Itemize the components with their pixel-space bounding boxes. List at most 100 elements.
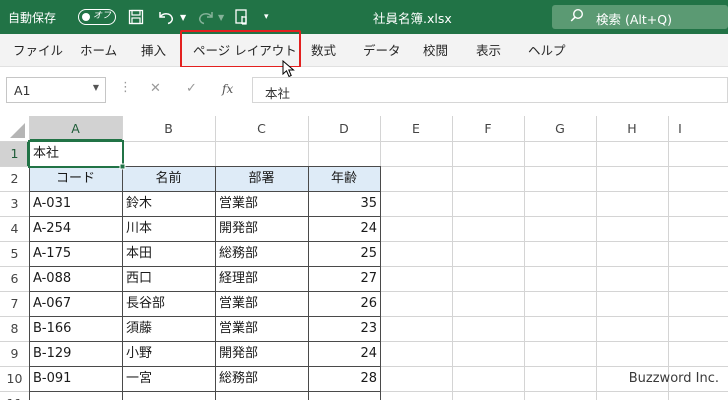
cell-age[interactable]: 26	[308, 292, 377, 316]
column-header-a[interactable]: A	[29, 116, 122, 141]
tab-file[interactable]: ファイル	[13, 34, 63, 67]
tab-insert[interactable]: 挿入	[141, 34, 166, 67]
autosave-state: オフ	[93, 11, 112, 21]
autosave-label: 自動保存	[8, 10, 57, 25]
watermark: Buzzword Inc.	[628, 371, 719, 386]
tab-data[interactable]: データ	[363, 34, 401, 67]
undo-icon	[159, 12, 173, 25]
cell-name[interactable]: 本田	[126, 242, 152, 266]
table-header-name[interactable]: 名前	[122, 167, 215, 191]
insert-function-icon[interactable]: fx	[222, 82, 233, 96]
autosave-toggle[interactable]: オフ	[78, 9, 116, 25]
cell-name[interactable]: 川本	[126, 217, 152, 241]
cell-name[interactable]: 鈴木	[126, 192, 152, 216]
search-label: 検索 (Alt+Q)	[596, 12, 672, 27]
column-header-h[interactable]: H	[596, 116, 668, 141]
cell-code[interactable]: A-031	[33, 192, 71, 216]
column-header-c[interactable]: C	[215, 116, 308, 141]
cell-age[interactable]: 28	[308, 367, 377, 391]
cell-age[interactable]: 25	[308, 242, 377, 266]
cell-code[interactable]: A-254	[33, 217, 71, 241]
row-header-10[interactable]: 10	[0, 366, 29, 391]
cell-a1[interactable]: 本社	[33, 142, 59, 166]
cell-age[interactable]: 24	[308, 217, 377, 241]
formula-input[interactable]: 本社	[252, 77, 728, 103]
row-header-5[interactable]: 5	[0, 241, 29, 266]
search-box[interactable]: 検索 (Alt+Q)	[552, 5, 728, 29]
row-header-7[interactable]: 7	[0, 291, 29, 316]
search-icon	[570, 8, 584, 26]
cell-department[interactable]: 営業部	[219, 317, 258, 341]
cell-department[interactable]: 総務部	[219, 242, 258, 266]
cell-code[interactable]: A-067	[33, 292, 71, 316]
document-title: 社員名簿.xlsx	[373, 10, 452, 26]
save-icon	[128, 9, 144, 25]
save-button[interactable]	[128, 0, 144, 34]
touch-mode-icon	[235, 9, 247, 25]
name-box-value: A1	[14, 83, 31, 98]
cell-department[interactable]: 開発部	[219, 342, 258, 366]
touch-mode-button[interactable]	[234, 0, 252, 34]
enter-icon[interactable]: ✓	[186, 81, 197, 96]
mouse-cursor-icon	[282, 60, 295, 78]
cell-code[interactable]: A-175	[33, 242, 71, 266]
tab-view[interactable]: 表示	[476, 34, 501, 67]
ribbon-tab-bar: ファイル ホーム 挿入 ページ レイアウト 数式 データ 校閲 表示 ヘルプ	[0, 34, 728, 67]
cell-name[interactable]: 一宮	[126, 367, 152, 391]
tab-review[interactable]: 校閲	[423, 34, 448, 67]
cell-department[interactable]: 営業部	[219, 292, 258, 316]
cell-code[interactable]: B-166	[33, 317, 71, 341]
cell-name[interactable]: 西口	[126, 267, 152, 291]
redo-dropdown-chevron-down-icon[interactable]: ▼	[218, 0, 224, 34]
column-header-g[interactable]: G	[524, 116, 596, 141]
name-box[interactable]: A1 ▼	[6, 77, 106, 103]
cell-department[interactable]: 開発部	[219, 217, 258, 241]
spreadsheet-grid[interactable]: A B C D E F G H I 1 2 3 4 5 6 7 8 9 10 1…	[0, 116, 728, 400]
undo-button[interactable]	[156, 0, 176, 34]
column-header-i[interactable]: I	[670, 116, 690, 141]
cell-name[interactable]: 小野	[126, 342, 152, 366]
row-header-9[interactable]: 9	[0, 341, 29, 366]
cell-code[interactable]: B-091	[33, 367, 71, 391]
row-header-4[interactable]: 4	[0, 216, 29, 241]
cell-department[interactable]: 経理部	[219, 267, 258, 291]
column-header-b[interactable]: B	[122, 116, 215, 141]
row-header-8[interactable]: 8	[0, 316, 29, 341]
tab-home[interactable]: ホーム	[80, 34, 117, 67]
redo-button[interactable]	[196, 0, 216, 34]
column-header-e[interactable]: E	[380, 116, 452, 141]
row-header-2[interactable]: 2	[0, 166, 29, 191]
column-header-f[interactable]: F	[452, 116, 524, 141]
row-header-3[interactable]: 3	[0, 191, 29, 216]
cell-department[interactable]: 総務部	[219, 367, 258, 391]
column-header-d[interactable]: D	[308, 116, 380, 141]
cell-age[interactable]: 27	[308, 267, 377, 291]
tab-help[interactable]: ヘルプ	[528, 34, 566, 67]
cell-department[interactable]: 営業部	[219, 192, 258, 216]
formula-area: A1 ▼ ⋮ ✕ ✓ fx 本社	[0, 67, 728, 116]
cell-code[interactable]: A-088	[33, 267, 71, 291]
table-header-department[interactable]: 部署	[215, 167, 308, 191]
tab-formulas[interactable]: 数式	[311, 34, 336, 67]
vertical-dots-icon: ⋮	[119, 80, 132, 95]
cell-age[interactable]: 24	[308, 342, 377, 366]
title-bar: 自動保存 オフ ▼ ▼ ▾ 社員名簿.xlsx 検索 (Alt+Q)	[0, 0, 728, 34]
row-header-11[interactable]: 11	[0, 391, 29, 400]
cell-name[interactable]: 長谷部	[126, 292, 165, 316]
formula-value: 本社	[265, 86, 291, 101]
formula-buttons: ✕ ✓ fx	[138, 77, 245, 103]
cell-code[interactable]: B-129	[33, 342, 71, 366]
cell-name[interactable]: 須藤	[126, 317, 152, 341]
customize-toolbar-chevron-down-icon[interactable]: ▾	[264, 0, 269, 34]
table-header-age[interactable]: 年齢	[308, 167, 380, 191]
redo-icon	[199, 12, 213, 25]
cancel-icon[interactable]: ✕	[150, 81, 161, 96]
row-header-6[interactable]: 6	[0, 266, 29, 291]
undo-dropdown-chevron-down-icon[interactable]: ▼	[180, 0, 186, 34]
row-header-1[interactable]: 1	[0, 141, 29, 166]
table-header-code[interactable]: コード	[29, 167, 122, 191]
name-box-chevron-down-icon[interactable]: ▼	[93, 83, 99, 92]
cell-age[interactable]: 23	[308, 317, 377, 341]
toggle-knob-icon	[82, 12, 90, 21]
cell-age[interactable]: 35	[308, 192, 377, 216]
